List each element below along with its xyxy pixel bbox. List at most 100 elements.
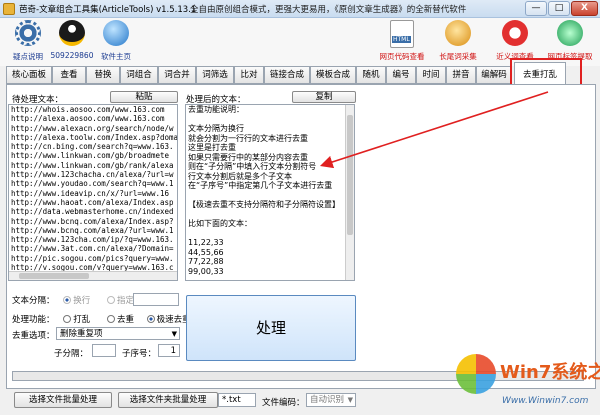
list-item: http://pic.sogou.com/pics?query=www. [11, 253, 174, 263]
separator-newline-radio[interactable] [63, 296, 72, 304]
horizontal-scrollbar[interactable] [9, 271, 177, 280]
tab-time[interactable]: 时间 [416, 66, 446, 84]
site-icon [445, 20, 471, 46]
sub-index-input[interactable]: 1 [158, 344, 180, 357]
list-item: http://www.youdao.com/search?q=www.1 [11, 179, 174, 189]
function-label: 处理功能： [12, 315, 55, 325]
window-title: 芭奇-文章组合工具集(ArticleTools) v1.5.13.1 [19, 5, 197, 15]
promo-notice: 全自由原创组合模式，更强大更易用，《原创文章生成器》的全新替代软件 [190, 5, 467, 15]
tab-compare[interactable]: 比对 [234, 66, 264, 84]
watermark-brand: Win7系统之家 [500, 362, 600, 383]
qq-icon [59, 20, 85, 46]
separator-row: 文本分隔： 换行 指定 [12, 294, 134, 306]
separator-input[interactable] [133, 293, 179, 306]
tab-number[interactable]: 编号 [386, 66, 416, 84]
list-item: http://www.123chacha.cn/alexa/?url=w [11, 170, 174, 180]
process-button[interactable]: 处理 [186, 295, 356, 361]
tab-word-combine[interactable]: 词组合 [120, 66, 158, 84]
tab-replace[interactable]: 替换 [86, 66, 120, 84]
output-line: 去重功能说明： [188, 105, 244, 114]
list-item: http://www.alexacn.org/search/node/w [11, 123, 174, 133]
gear-icon [15, 20, 41, 46]
list-item: http://www.linkwan.com/gb/rank/alexa [11, 160, 174, 170]
toolbar-html-viewer[interactable]: 网页代码查看 [374, 20, 430, 64]
output-line: 文本分隔为换行 [188, 124, 244, 133]
list-item: http://www.bcnq.com/alexa/?url=www.1 [11, 225, 174, 235]
output-line: 77,22,88 [188, 257, 224, 266]
output-line: 11,22,33 [188, 238, 224, 247]
tab-core-panel[interactable]: 核心面板 [6, 66, 52, 84]
output-line: 就会分割为一行行的文本进行去重 [188, 133, 308, 143]
tab-pinyin[interactable]: 拼音 [446, 66, 476, 84]
batch-folder-button[interactable]: 选择文件夹批量处理 [118, 392, 218, 408]
separator-custom-label: 指定 [116, 296, 134, 306]
link-icon [502, 20, 528, 46]
encoding-select[interactable]: 自动识别 ▼ [306, 393, 356, 407]
toolbar-homepage[interactable]: 软件主页 [88, 20, 144, 64]
output-line: 【极速去重不支持分隔符和子分隔符设置】 [188, 200, 340, 209]
toolbar-longtail[interactable]: 长尾词采集 [430, 20, 486, 64]
separator-label: 文本分隔： [12, 296, 55, 306]
output-line: 比如下面的文本： [188, 219, 252, 228]
watermark-url: Www.Winwin7.com [502, 396, 589, 406]
radar-icon [557, 20, 583, 46]
tab-word-merge[interactable]: 词合并 [158, 66, 196, 84]
html-file-icon [390, 20, 414, 48]
sub-separator-label: 子分隔： [54, 349, 89, 359]
dedupe-option-select[interactable]: 删除重复项 ▼ [56, 327, 180, 340]
tab-view[interactable]: 查看 [52, 66, 86, 84]
output-line: 99,00,33 [188, 266, 224, 276]
input-textarea[interactable]: http://whois.aosoo.com/www.163.com http:/… [8, 104, 178, 281]
output-line: 44,55,66 [188, 247, 224, 257]
output-line: 如果只需要行中的某部分内容去重 [188, 152, 308, 162]
list-item: http://www.linkwan.com/gb/broadmete [11, 151, 170, 161]
function-row: 处理功能： 打乱 去重 极速去重 [12, 313, 191, 325]
tab-word-filter[interactable]: 词筛选 [196, 66, 234, 84]
function-dedupe-radio[interactable] [106, 315, 115, 323]
function-shuffle-radio[interactable] [63, 315, 72, 323]
separator-newline-label: 换行 [73, 296, 91, 306]
list-item: http://alexa.toolw.com/Index.asp?doma [11, 132, 178, 142]
watermark: Win7系统之家 Www.Winwin7.com [450, 350, 600, 415]
output-textarea[interactable]: 去重功能说明： 文本分隔为换行 就会分割为一行行的文本进行去重 这里是打去重 如果只需… [185, 104, 355, 281]
list-item: http://cn.bing.com/search?q=www.163. [11, 142, 174, 152]
tab-random[interactable]: 随机 [356, 66, 386, 84]
vertical-scrollbar[interactable] [345, 105, 354, 280]
function-fast-dedupe-radio[interactable] [146, 315, 155, 323]
separator-custom-radio[interactable] [106, 296, 115, 304]
batch-files-button[interactable]: 选择文件批量处理 [14, 392, 112, 408]
list-item: http://www.3at.com.cn/alexa/?Domain= [11, 244, 174, 254]
paste-button[interactable]: 粘贴 [110, 91, 178, 103]
list-item: http://data.webmasterhome.cn/indexed [11, 207, 174, 217]
copy-button[interactable]: 复制 [292, 91, 356, 103]
file-ext-input[interactable]: *.txt [218, 393, 256, 407]
maximize-button[interactable]: □ [548, 1, 570, 16]
toolbar-homepage-label: 软件主页 [101, 52, 131, 61]
encoding-value: 自动识别 [310, 395, 345, 405]
chevron-down-icon: ▼ [171, 330, 177, 338]
tab-template-compose[interactable]: 模板合成 [310, 66, 356, 84]
output-line: 这里是打去重 [188, 143, 236, 152]
list-item: http://www.bcnq.com/alexa/Index.asp? [11, 216, 174, 226]
close-button[interactable]: X [571, 1, 598, 16]
tab-link-compose[interactable]: 链接合成 [264, 66, 310, 84]
output-line: 则在“子分隔”中填入行文本分割符号 [188, 162, 317, 171]
encoding-label: 文件编码： [262, 398, 305, 408]
dedupe-option-value: 删除重复项 [60, 329, 103, 339]
globe-icon [103, 20, 129, 46]
toolbar-html-viewer-label: 网页代码查看 [379, 52, 425, 61]
sub-separator-input[interactable] [92, 344, 116, 357]
tab-bar: 核心面板 查看 替换 词组合 词合并 词筛选 比对 链接合成 模板合成 随机 编… [6, 62, 596, 84]
windows-logo-icon [456, 354, 496, 394]
chevron-down-icon: ▼ [347, 396, 353, 404]
output-line: 在“子序号”中指定第几个子文本进行去重 [188, 181, 333, 190]
tab-codec[interactable]: 编解码 [476, 66, 512, 84]
output-line: 行文本分割后就是多个子文本 [188, 171, 292, 181]
minimize-button[interactable]: — [525, 1, 547, 16]
list-item: http://alexa.aosoo.com/www.163.com [11, 114, 165, 124]
